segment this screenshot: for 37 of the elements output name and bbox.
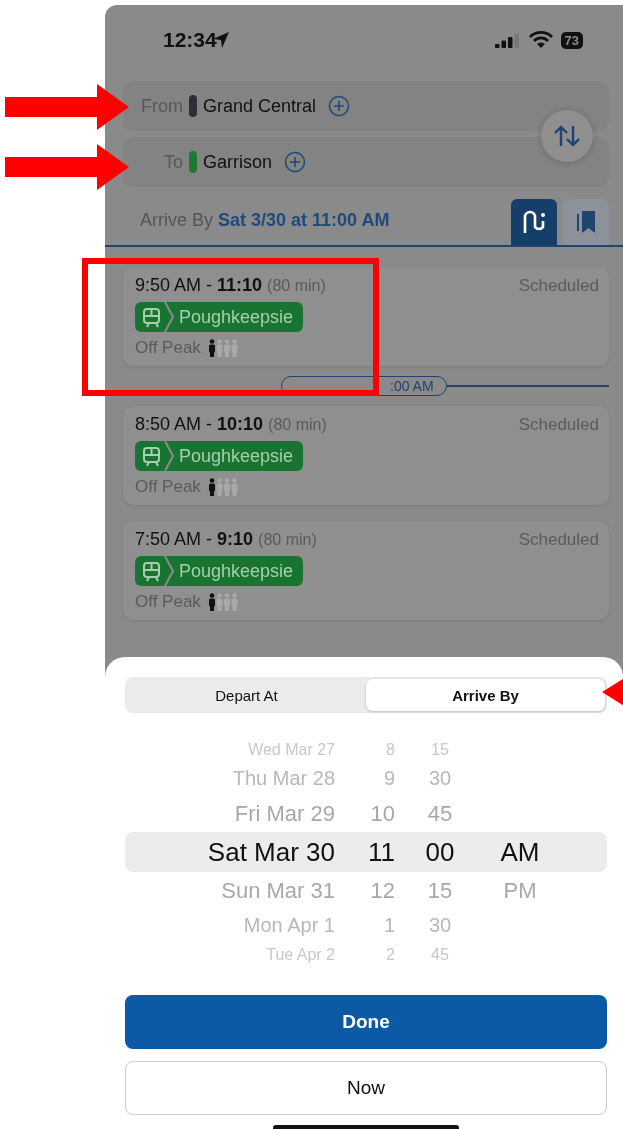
date-option[interactable]: Fri Mar 29 [125, 800, 335, 827]
add-circle-icon[interactable] [284, 151, 307, 173]
bookmark-tab[interactable] [563, 199, 609, 245]
route-tab[interactable] [511, 199, 557, 245]
bookmark-icon [575, 209, 597, 235]
date-option[interactable]: Mon Apr 1 [125, 914, 335, 937]
hour-option[interactable]: 1 [335, 914, 395, 937]
station-name: Garrison [203, 151, 273, 173]
swap-arrows-icon [553, 124, 581, 148]
period-option[interactable]: PM [485, 877, 555, 904]
now-button[interactable]: Now [125, 1061, 607, 1115]
hour-option[interactable]: 12 [335, 877, 395, 904]
minute-option[interactable]: 30 [395, 767, 485, 790]
minute-option[interactable]: 30 [395, 914, 485, 937]
line-badge: Poughkeepsie [135, 441, 304, 471]
signal-icon [494, 32, 521, 48]
line-badge: Poughkeepsie [135, 302, 304, 332]
date-option[interactable]: Sun Mar 31 [125, 877, 335, 904]
minute-option[interactable]: 15 [395, 877, 485, 904]
minute-option[interactable]: 45 [395, 800, 485, 827]
period-option[interactable]: AM [485, 836, 555, 868]
mode-tab[interactable]: Arrive By [366, 679, 605, 711]
done-button[interactable]: Done [125, 995, 607, 1049]
mode-tab[interactable]: Depart At [127, 679, 366, 711]
hour-option[interactable]: 10 [335, 800, 395, 827]
date-option[interactable]: Sat Mar 30 [125, 836, 335, 868]
wifi-icon [528, 31, 553, 49]
station-name: Grand Central [203, 95, 317, 117]
hour-option[interactable]: 11 [335, 836, 395, 868]
minute-option[interactable]: 00 [395, 836, 485, 868]
line-badge: Poughkeepsie [135, 556, 304, 586]
hour-option[interactable]: 9 [335, 767, 395, 790]
add-circle-icon[interactable] [328, 95, 351, 117]
battery-level: 73 [560, 31, 583, 49]
route-icon [522, 209, 546, 235]
clock-time: 12:34 [163, 28, 217, 52]
date-option[interactable]: Thu Mar 28 [125, 767, 335, 790]
